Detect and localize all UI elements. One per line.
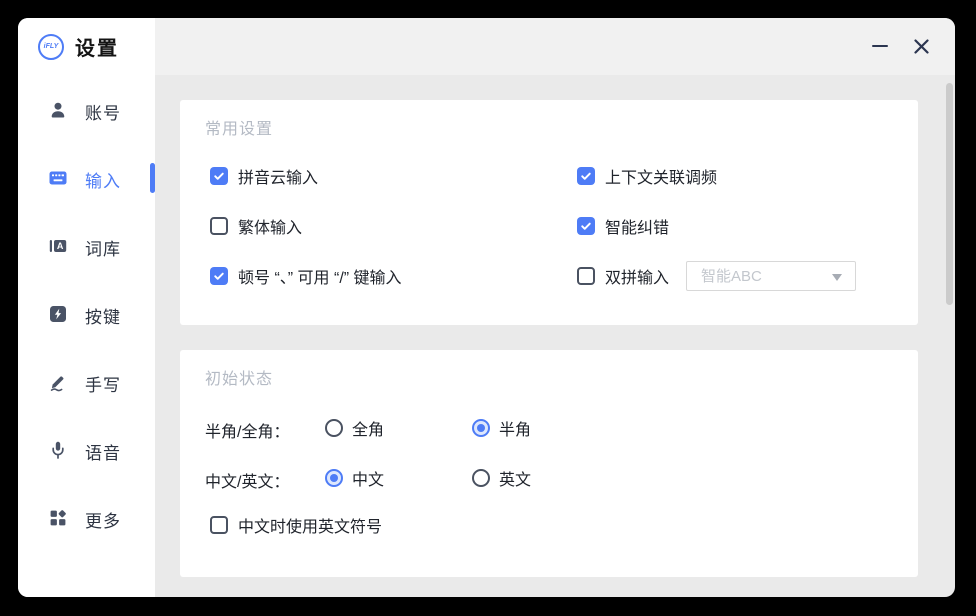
radio-group-label-halfwidth: 半角/全角： <box>205 418 289 442</box>
sidebar-item-voice[interactable]: 语音 <box>18 430 155 470</box>
checkbox-label: 中文时使用英文符号 <box>238 513 382 537</box>
double-pinyin-scheme-select[interactable]: 智能ABC <box>686 261 856 291</box>
checkbox-smart-correction[interactable]: 智能纠错 <box>577 214 669 238</box>
checkbox-label: 智能纠错 <box>605 214 669 238</box>
svg-text:A: A <box>57 241 64 251</box>
dropdown-value: 智能ABC <box>701 262 762 291</box>
check-icon <box>213 170 225 182</box>
checkbox-icon <box>577 217 595 235</box>
titlebar <box>155 18 955 75</box>
radio-fullwidth[interactable]: 全角 <box>325 416 384 440</box>
sidebar-item-label: 手写 <box>85 371 121 396</box>
check-icon <box>213 270 225 282</box>
app-logo-row: iFLY 设置 <box>38 32 119 61</box>
radio-label: 半角 <box>499 416 531 440</box>
keypress-icon <box>48 304 68 324</box>
checkbox-icon <box>210 167 228 185</box>
radio-icon <box>325 469 343 487</box>
chevron-down-icon <box>832 274 842 281</box>
checkbox-context-tuning[interactable]: 上下文关联调频 <box>577 164 717 188</box>
checkbox-label: 上下文关联调频 <box>605 164 717 188</box>
checkbox-english-punctuation-in-chinese[interactable]: 中文时使用英文符号 <box>210 513 382 537</box>
minimize-icon <box>872 45 888 48</box>
sidebar-item-account[interactable]: 账号 <box>18 90 155 130</box>
dictionary-icon: A <box>48 236 68 256</box>
sidebar-item-label: 更多 <box>85 507 121 532</box>
more-icon <box>48 508 68 528</box>
checkbox-icon <box>210 217 228 235</box>
radio-label: 中文 <box>352 466 384 490</box>
checkbox-label: 拼音云输入 <box>238 164 318 188</box>
checkbox-dunhao-slash-key[interactable]: 顿号 “、” 可用 “/” 键输入 <box>210 264 402 288</box>
initial-state-card: 初始状态 半角/全角： 全角 半角 中文/英文： 中文 英文 中文时使用英文符号 <box>180 350 918 577</box>
radio-label: 英文 <box>499 466 531 490</box>
checkbox-pinyin-cloud-input[interactable]: 拼音云输入 <box>210 164 318 188</box>
radio-label: 全角 <box>352 416 384 440</box>
sidebar-item-label: 词库 <box>85 235 121 260</box>
check-icon <box>580 220 592 232</box>
user-icon <box>48 100 68 120</box>
sidebar-item-keys[interactable]: 按键 <box>18 294 155 334</box>
check-icon <box>580 170 592 182</box>
sidebar-item-label: 输入 <box>85 167 121 192</box>
sidebar-item-label: 语音 <box>85 439 121 464</box>
common-settings-card: 常用设置 拼音云输入 上下文关联调频 繁体输入 <box>180 100 918 325</box>
close-button[interactable] <box>907 32 935 60</box>
sidebar: iFLY 设置 账号 输入 <box>18 18 155 597</box>
checkbox-traditional-input[interactable]: 繁体输入 <box>210 214 302 238</box>
section-title: 初始状态 <box>205 365 273 389</box>
sidebar-item-dictionary[interactable]: A 词库 <box>18 226 155 266</box>
checkbox-label: 顿号 “、” 可用 “/” 键输入 <box>238 264 402 288</box>
keyboard-icon <box>48 168 68 188</box>
radio-group-label-language: 中文/英文： <box>205 468 289 492</box>
minimize-button[interactable] <box>866 32 894 60</box>
active-indicator <box>150 163 155 193</box>
voice-icon <box>48 440 68 460</box>
sidebar-item-label: 账号 <box>85 99 121 124</box>
radio-halfwidth[interactable]: 半角 <box>472 416 531 440</box>
ifly-logo-icon: iFLY <box>38 34 64 60</box>
sidebar-item-more[interactable]: 更多 <box>18 498 155 538</box>
close-icon <box>914 39 929 54</box>
checkbox-icon <box>577 167 595 185</box>
radio-chinese[interactable]: 中文 <box>325 466 384 490</box>
sidebar-item-input[interactable]: 输入 <box>18 158 155 198</box>
radio-english[interactable]: 英文 <box>472 466 531 490</box>
sidebar-item-handwriting[interactable]: 手写 <box>18 362 155 402</box>
vertical-scrollbar-thumb[interactable] <box>946 83 953 305</box>
window-title: 设置 <box>75 32 119 61</box>
radio-icon <box>472 419 490 437</box>
handwriting-icon <box>48 372 68 392</box>
checkbox-icon <box>577 267 595 285</box>
checkbox-label: 双拼输入 <box>605 264 669 288</box>
sidebar-item-label: 按键 <box>85 303 121 328</box>
checkbox-double-pinyin[interactable]: 双拼输入 <box>577 264 669 288</box>
checkbox-label: 繁体输入 <box>238 214 302 238</box>
radio-icon <box>472 469 490 487</box>
section-title: 常用设置 <box>205 115 273 139</box>
checkbox-icon <box>210 267 228 285</box>
radio-icon <box>325 419 343 437</box>
checkbox-icon <box>210 516 228 534</box>
settings-window: iFLY 设置 账号 输入 <box>18 18 955 597</box>
